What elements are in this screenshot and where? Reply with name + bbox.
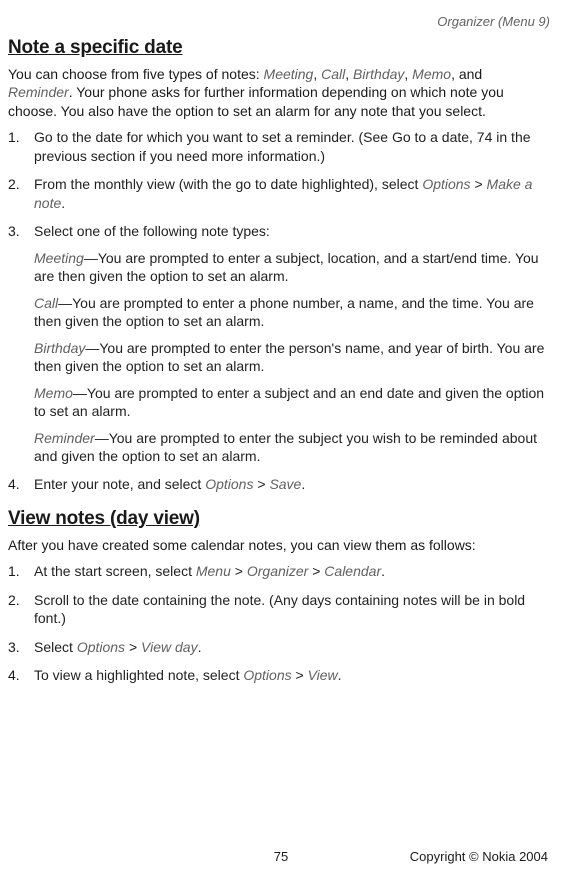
step-em: Organizer [247, 563, 308, 579]
note-type-desc: —You are prompted to enter a phone numbe… [34, 295, 534, 329]
intro-type-4: Reminder [8, 84, 69, 100]
note-type-name: Birthday [34, 340, 85, 356]
intro-type-1: Call [321, 66, 345, 82]
document-page: Organizer (Menu 9) Note a specific date … [0, 0, 562, 685]
step-pre: Enter your note, and select [34, 476, 205, 492]
step-em: Options [205, 476, 253, 492]
step-em: Options [243, 667, 291, 683]
step-post: . [198, 639, 202, 655]
list-item: From the monthly view (with the go to da… [8, 175, 550, 212]
note-type-name: Call [34, 295, 58, 311]
list-item: Go to the date for which you want to set… [8, 128, 550, 165]
step-post: . [61, 195, 65, 211]
running-header: Organizer (Menu 9) [8, 14, 550, 29]
copyright: Copyright © Nokia 2004 [410, 849, 548, 864]
step-pre: To view a highlighted note, select [34, 667, 243, 683]
step-em: Options [422, 176, 470, 192]
step-em: View [308, 667, 338, 683]
section2-intro: After you have created some calendar not… [8, 536, 550, 554]
step-mid: > [471, 176, 487, 192]
step-em: Save [269, 476, 301, 492]
section1-intro: You can choose from five types of notes:… [8, 65, 550, 120]
step-pre: At the start screen, select [34, 563, 196, 579]
step-mid: > [125, 639, 141, 655]
note-type-desc: —You are prompted to enter the person's … [34, 340, 544, 374]
list-item: At the start screen, select Menu > Organ… [8, 562, 550, 580]
note-type-desc: —You are prompted to enter a subject, lo… [34, 250, 539, 284]
intro-text-a: You can choose from five types of notes: [8, 66, 264, 82]
step-mid: > [308, 563, 324, 579]
step-post: . [301, 476, 305, 492]
step-text: Select one of the following note types: [34, 223, 270, 239]
step-pre: Select [34, 639, 77, 655]
step-post: . [381, 563, 385, 579]
page-number: 75 [274, 849, 288, 864]
section2-steps: At the start screen, select Menu > Organ… [8, 562, 550, 684]
note-type-block: Reminder—You are prompted to enter the s… [34, 429, 550, 466]
note-type-block: Meeting—You are prompted to enter a subj… [34, 249, 550, 286]
list-item: Scroll to the date containing the note. … [8, 591, 550, 628]
list-item: To view a highlighted note, select Optio… [8, 666, 550, 684]
note-type-name: Memo [34, 385, 73, 401]
note-type-block: Memo—You are prompted to enter a subject… [34, 384, 550, 421]
step-mid: > [231, 563, 247, 579]
intro-text-b: . Your phone asks for further informatio… [8, 84, 504, 118]
note-type-name: Reminder [34, 430, 95, 446]
note-type-desc: —You are prompted to enter a subject and… [34, 385, 544, 419]
step-em: View day [141, 639, 198, 655]
step-em: Calendar [324, 563, 381, 579]
note-type-block: Birthday—You are prompted to enter the p… [34, 339, 550, 376]
step-em: Options [77, 639, 125, 655]
section-heading-view: View notes (day view) [8, 508, 550, 530]
page-footer: 75 Copyright © Nokia 2004 [0, 849, 562, 864]
section-heading-note: Note a specific date [8, 37, 550, 59]
intro-type-2: Birthday [353, 66, 404, 82]
intro-type-0: Meeting [264, 66, 314, 82]
note-type-block: Call—You are prompted to enter a phone n… [34, 294, 550, 331]
intro-type-3: Memo [412, 66, 451, 82]
list-item: Select Options > View day. [8, 638, 550, 656]
step-text: Scroll to the date containing the note. … [34, 592, 525, 626]
step-em: Menu [196, 563, 231, 579]
step-text: Go to the date for which you want to set… [34, 129, 531, 163]
list-item: Enter your note, and select Options > Sa… [8, 475, 550, 493]
section1-steps: Go to the date for which you want to set… [8, 128, 550, 494]
list-item: Select one of the following note types: … [8, 222, 550, 465]
step-mid: > [292, 667, 308, 683]
step-mid: > [253, 476, 269, 492]
step-post: . [338, 667, 342, 683]
note-type-name: Meeting [34, 250, 84, 266]
note-type-desc: —You are prompted to enter the subject y… [34, 430, 537, 464]
step-pre: From the monthly view (with the go to da… [34, 176, 422, 192]
